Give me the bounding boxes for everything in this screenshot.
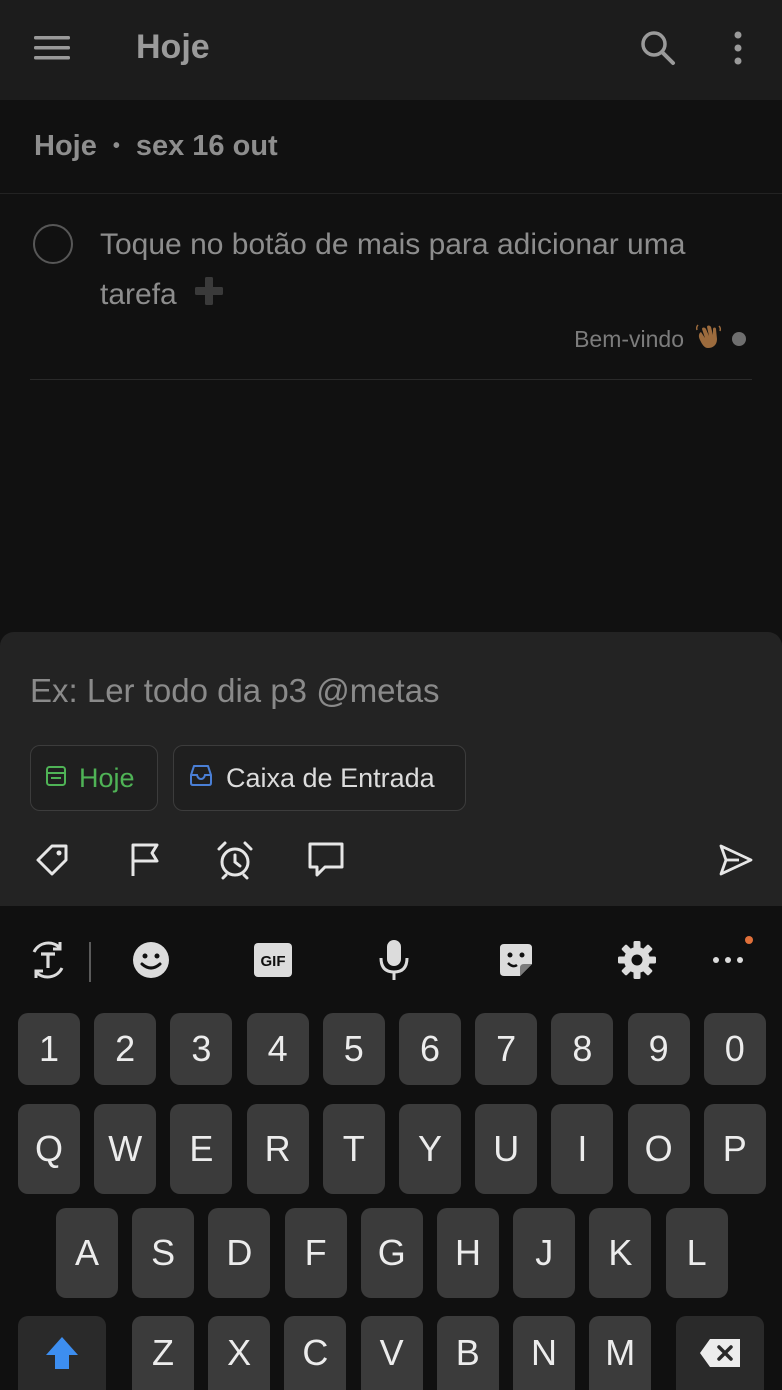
key-t[interactable]: T — [322, 1104, 385, 1194]
emoji-icon[interactable] — [121, 930, 181, 990]
key-h[interactable]: H — [437, 1208, 499, 1298]
inbox-icon — [188, 763, 214, 794]
backspace-key[interactable] — [676, 1316, 764, 1390]
key-r[interactable]: R — [246, 1104, 309, 1194]
key-s[interactable]: S — [132, 1208, 195, 1298]
task-input[interactable] — [30, 666, 730, 716]
calendar-today-icon — [45, 763, 67, 794]
key-8[interactable]: 8 — [551, 1013, 614, 1085]
send-icon[interactable] — [708, 834, 764, 886]
top-app-bar: Hoje — [0, 0, 782, 100]
key-k[interactable]: K — [589, 1208, 652, 1298]
project-chip[interactable]: Caixa de Entrada — [173, 745, 466, 811]
waving-hand-icon — [694, 322, 722, 356]
key-2[interactable]: 2 — [94, 1013, 157, 1085]
key-j[interactable]: J — [513, 1208, 576, 1298]
hamburger-menu-icon[interactable] — [24, 24, 80, 72]
key-i[interactable]: I — [551, 1104, 614, 1194]
key-5[interactable]: 5 — [322, 1013, 385, 1085]
key-3[interactable]: 3 — [170, 1013, 233, 1085]
key-4[interactable]: 4 — [246, 1013, 309, 1085]
key-n[interactable]: N — [513, 1316, 575, 1390]
key-6[interactable]: 6 — [399, 1013, 461, 1085]
soft-keyboard: G I F 1 2 3 4 5 6 7 8 9 0 Q W E R T Y U I … — [0, 906, 782, 1390]
project-color-dot — [732, 332, 746, 346]
key-x[interactable]: X — [208, 1316, 271, 1390]
section-separator: • — [112, 135, 120, 157]
key-b[interactable]: B — [436, 1316, 499, 1390]
shift-key[interactable] — [18, 1316, 106, 1390]
key-1[interactable]: 1 — [18, 1013, 80, 1085]
due-date-label: Hoje — [79, 762, 135, 793]
project-label: Caixa de Entrada — [226, 762, 435, 793]
key-z[interactable]: Z — [132, 1316, 194, 1390]
task-item[interactable]: Toque no botão de mais para adicionar um… — [30, 210, 752, 380]
key-w[interactable]: W — [94, 1104, 157, 1194]
translate-icon[interactable] — [18, 930, 78, 990]
search-icon[interactable] — [632, 22, 684, 74]
key-y[interactable]: Y — [399, 1104, 461, 1194]
key-c[interactable]: C — [284, 1316, 347, 1390]
more-vertical-icon[interactable] — [716, 22, 760, 74]
key-a[interactable]: A — [56, 1208, 118, 1298]
toolbar-divider — [89, 942, 91, 982]
settings-icon[interactable] — [607, 930, 667, 990]
label-icon[interactable] — [24, 834, 80, 886]
task-checkbox[interactable] — [33, 224, 73, 264]
comment-icon[interactable] — [298, 834, 354, 886]
key-0[interactable]: 0 — [703, 1013, 766, 1085]
gif-icon[interactable]: GIF — [243, 930, 303, 990]
project-name: Bem-vindo — [574, 325, 684, 352]
task-text: Toque no botão de mais para adicionar um… — [100, 228, 686, 311]
section-label: Hoje — [34, 130, 97, 162]
key-m[interactable]: M — [589, 1316, 652, 1390]
task-content[interactable]: Toque no botão de mais para adicionar um… — [100, 220, 740, 323]
task-project: Bem-vindo — [574, 322, 746, 356]
key-7[interactable]: 7 — [475, 1013, 538, 1085]
key-f[interactable]: F — [284, 1208, 347, 1298]
key-9[interactable]: 9 — [627, 1013, 690, 1085]
app-root: Hoje Hoje • sex 16 out Toque no botão de… — [0, 0, 782, 1390]
quick-add-panel: Hoje Caixa de Entrada — [0, 632, 782, 906]
flag-icon[interactable] — [116, 834, 172, 886]
key-p[interactable]: P — [703, 1104, 766, 1194]
key-e[interactable]: E — [170, 1104, 233, 1194]
heavy-plus-icon — [193, 273, 225, 323]
key-l[interactable]: L — [665, 1208, 728, 1298]
key-d[interactable]: D — [208, 1208, 271, 1298]
key-u[interactable]: U — [475, 1104, 538, 1194]
key-g[interactable]: G — [360, 1208, 423, 1298]
page-title: Hoje — [136, 28, 210, 66]
key-v[interactable]: V — [360, 1316, 423, 1390]
section-date: sex 16 out — [135, 130, 278, 162]
key-o[interactable]: O — [627, 1104, 690, 1194]
microphone-icon[interactable] — [364, 930, 424, 990]
due-date-chip[interactable]: Hoje — [30, 745, 158, 811]
gif-label: GIF — [261, 953, 286, 970]
section-header: Hoje • sex 16 out — [0, 100, 782, 194]
sticker-icon[interactable] — [486, 930, 546, 990]
alarm-icon[interactable] — [207, 834, 263, 886]
notification-dot — [745, 936, 753, 944]
key-q[interactable]: Q — [18, 1104, 80, 1194]
